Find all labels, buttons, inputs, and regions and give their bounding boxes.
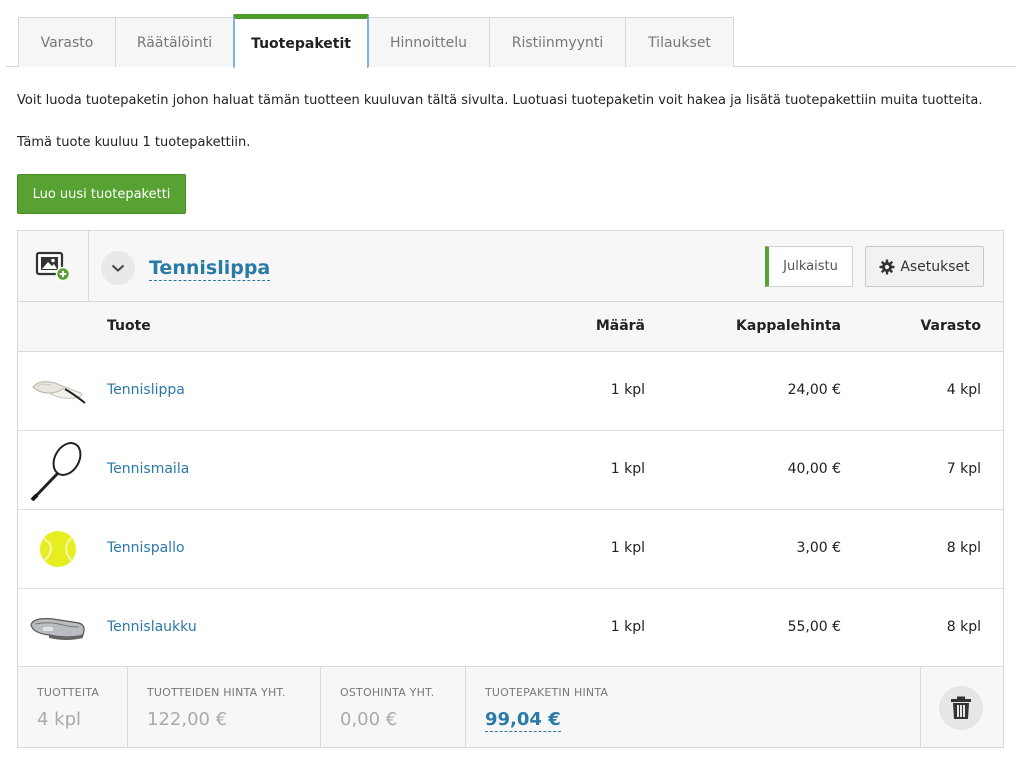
- quantity-value: 1 kpl: [610, 382, 645, 398]
- tab-hinnoittelu[interactable]: Hinnoittelu: [368, 17, 490, 67]
- settings-button[interactable]: Asetukset: [865, 246, 984, 287]
- bundle-card: Tennislippa Julkaistu Asetukset Tuote Mä…: [17, 230, 1004, 748]
- bundle-summary: TUOTTEITA 4 kpl TUOTTEIDEN HINTA YHT. 12…: [18, 666, 1003, 748]
- table-header: Tuote Määrä Kappalehinta Varasto: [18, 302, 1003, 352]
- visor-cap-icon: [28, 362, 88, 420]
- product-link[interactable]: Tennislaukku: [107, 619, 197, 635]
- bundle-title[interactable]: Tennislippa: [149, 256, 271, 281]
- quantity-value: 1 kpl: [610, 461, 645, 477]
- stock-value: 7 kpl: [946, 461, 981, 477]
- published-toggle[interactable]: Julkaistu: [765, 246, 853, 287]
- chevron-down-icon: [111, 264, 125, 272]
- summary-label: OSTOHINTA YHT.: [340, 686, 435, 699]
- unit-price-value: 3,00 €: [796, 540, 841, 556]
- column-stock: Varasto: [920, 318, 981, 334]
- column-product: Tuote: [107, 318, 151, 334]
- tab-varasto[interactable]: Varasto: [18, 17, 116, 67]
- summary-products-total: TUOTTEIDEN HINTA YHT. 122,00 €: [128, 667, 321, 748]
- summary-label: TUOTTEIDEN HINTA YHT.: [147, 686, 286, 699]
- membership-text: Tämä tuote kuuluu 1 tuotepakettiin.: [17, 135, 251, 150]
- column-unit-price: Kappalehinta: [736, 318, 841, 334]
- unit-price-value: 24,00 €: [787, 382, 841, 398]
- summary-value: 0,00 €: [340, 709, 398, 730]
- bundle-price-value[interactable]: 99,04 €: [485, 709, 561, 732]
- trash-icon: [951, 696, 971, 719]
- table-row: Tennismaila 1 kpl 40,00 € 7 kpl: [18, 431, 1003, 510]
- quantity-value: 1 kpl: [610, 619, 645, 635]
- summary-label: TUOTEPAKETIN HINTA: [485, 686, 609, 699]
- summary-bundle-price: TUOTEPAKETIN HINTA 99,04 €: [466, 667, 921, 748]
- table-row: Tennislippa 1 kpl 24,00 € 4 kpl: [18, 352, 1003, 431]
- stock-value: 8 kpl: [946, 540, 981, 556]
- unit-price-value: 55,00 €: [787, 619, 841, 635]
- table-row: Tennislaukku 1 kpl 55,00 € 8 kpl: [18, 589, 1003, 668]
- tennis-bag-icon: [28, 599, 88, 657]
- tab-bar: Varasto Räätälöinti Tuotepaketit Hinnoit…: [6, 14, 1016, 68]
- summary-value: 122,00 €: [147, 709, 228, 730]
- tab-tilaukset[interactable]: Tilaukset: [626, 17, 734, 67]
- tennis-ball-icon: [28, 520, 88, 578]
- settings-label: Asetukset: [900, 258, 970, 275]
- create-bundle-button[interactable]: Luo uusi tuotepaketti: [17, 174, 186, 214]
- summary-purchase-total: OSTOHINTA YHT. 0,00 €: [321, 667, 466, 748]
- tab-ristiinmyynti[interactable]: Ristiinmyynti: [490, 17, 626, 67]
- add-image-icon: [35, 251, 71, 282]
- unit-price-value: 40,00 €: [787, 461, 841, 477]
- summary-label: TUOTTEITA: [37, 686, 100, 699]
- bundle-header: Tennislippa Julkaistu Asetukset: [18, 231, 1003, 302]
- quantity-value: 1 kpl: [610, 540, 645, 556]
- summary-products-count: TUOTTEITA 4 kpl: [18, 667, 128, 748]
- product-link[interactable]: Tennislippa: [107, 382, 185, 398]
- tennis-racket-icon: [28, 441, 88, 501]
- delete-bundle-button[interactable]: [939, 686, 983, 730]
- collapse-toggle-button[interactable]: [101, 251, 135, 285]
- summary-value: 4 kpl: [37, 709, 82, 730]
- table-row: Tennispallo 1 kpl 3,00 € 8 kpl: [18, 510, 1003, 589]
- intro-text: Voit luoda tuotepaketin johon haluat täm…: [17, 93, 983, 108]
- gear-icon: [879, 259, 895, 274]
- product-link[interactable]: Tennispallo: [107, 540, 185, 556]
- add-image-button[interactable]: [18, 231, 89, 301]
- stock-value: 4 kpl: [946, 382, 981, 398]
- tab-raatalointi[interactable]: Räätälöinti: [116, 17, 234, 67]
- tab-tuotepaketit[interactable]: Tuotepaketit: [233, 14, 369, 68]
- column-quantity: Määrä: [595, 318, 645, 334]
- product-link[interactable]: Tennismaila: [107, 461, 189, 477]
- stock-value: 8 kpl: [946, 619, 981, 635]
